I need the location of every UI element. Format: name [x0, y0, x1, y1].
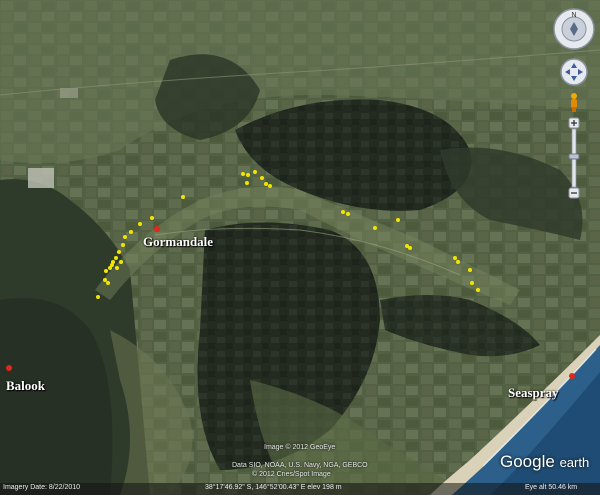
spot-credit: © 2012 Cnes/Spot Image — [252, 471, 331, 478]
data-credit: Data SIO, NOAA, U.S. Navy, NGA, GEBCO — [232, 462, 368, 469]
google-earth-logo: Google earth — [500, 452, 589, 472]
place-label-seaspray[interactable]: Seaspray — [508, 385, 559, 401]
balook-marker[interactable] — [6, 365, 12, 371]
town-markers-layer — [6, 226, 575, 379]
compass-icon[interactable]: N — [553, 8, 595, 50]
eye-altitude: Eye alt 50.46 km — [525, 484, 578, 491]
seaspray-marker[interactable] — [569, 373, 575, 379]
zoom-out-icon[interactable] — [568, 187, 580, 199]
cursor-coordinates: 38°17'46.92" S, 146°52'00.43" E elev 198… — [205, 484, 342, 491]
look-joystick-icon[interactable] — [560, 58, 588, 86]
map-view[interactable]: Gormandale Balook Seaspray Image © 2012 … — [0, 0, 600, 495]
logo-google: Google — [500, 452, 555, 471]
imagery-date: Imagery Date: 8/22/2010 — [3, 484, 81, 491]
pegman-icon[interactable] — [571, 93, 577, 112]
status-bar: Imagery Date: 8/22/2010 38°17'46.92" S, … — [0, 483, 600, 495]
image-credit: Image © 2012 GeoEye — [264, 444, 336, 451]
place-label-balook[interactable]: Balook — [6, 378, 45, 394]
place-label-gormandale[interactable]: Gormandale — [143, 234, 213, 250]
zoom-slider[interactable] — [568, 128, 580, 188]
gormandale-marker[interactable] — [154, 226, 160, 232]
navigation-controls: N — [553, 8, 595, 199]
svg-text:N: N — [571, 12, 576, 19]
logo-earth: earth — [559, 455, 590, 470]
zoom-in-icon[interactable] — [568, 117, 580, 129]
